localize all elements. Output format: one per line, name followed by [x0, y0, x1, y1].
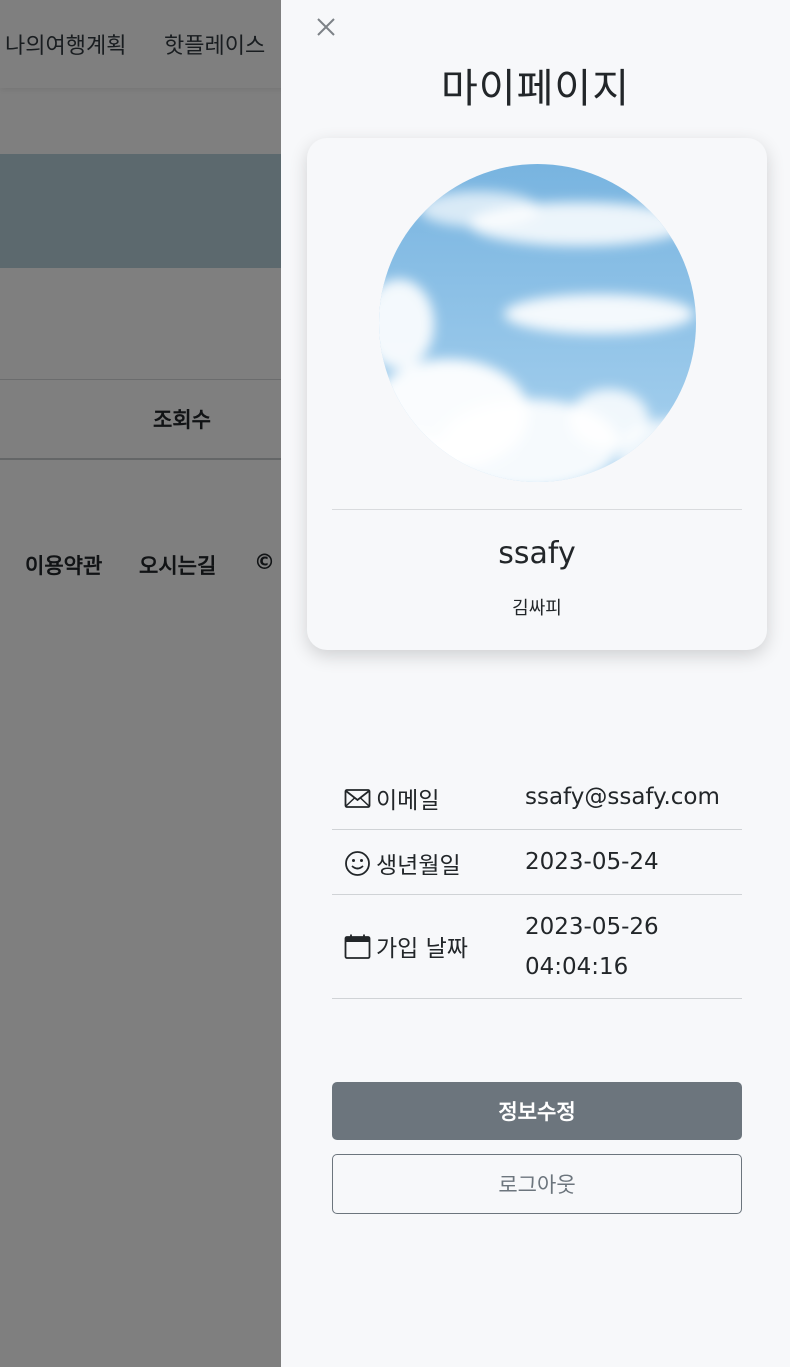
user-name: 김싸피 — [512, 598, 562, 619]
close-button[interactable] — [311, 12, 341, 42]
user-id: ssafy — [498, 536, 576, 571]
info-value-email: ssafy@ssafy.com — [525, 784, 720, 810]
edit-profile-button[interactable]: 정보수정 — [332, 1082, 742, 1140]
user-info-table: 이메일 ssafy@ssafy.com 생년월일 2023-05-24 가입 날… — [332, 765, 742, 999]
close-icon — [317, 18, 335, 36]
smile-icon — [345, 850, 370, 876]
info-row-email: 이메일 ssafy@ssafy.com — [332, 765, 742, 830]
info-row-birthdate: 생년월일 2023-05-24 — [332, 830, 742, 895]
envelope-icon — [344, 788, 371, 808]
info-label-birthdate: 생년월일 — [376, 853, 461, 879]
card-divider — [332, 509, 742, 510]
logout-button[interactable]: 로그아웃 — [332, 1154, 742, 1214]
mypage-offcanvas: 마이페이지 ssafy 김싸피 이메일 ssafy@ssafy.com 생년월일… — [281, 0, 790, 1367]
sky-profile-image — [379, 164, 696, 482]
info-label-email: 이메일 — [376, 788, 440, 814]
avatar — [379, 164, 696, 482]
info-value-birthdate: 2023-05-24 — [525, 849, 659, 875]
info-row-join-date: 가입 날짜 2023-05-26 04:04:16 — [332, 895, 742, 999]
calendar-icon — [344, 934, 371, 959]
info-label-join-date: 가입 날짜 — [376, 936, 468, 962]
info-value-join-date: 2023-05-26 04:04:16 — [525, 914, 659, 980]
page-title: 마이페이지 — [441, 66, 630, 112]
profile-card: ssafy 김싸피 — [307, 138, 767, 650]
